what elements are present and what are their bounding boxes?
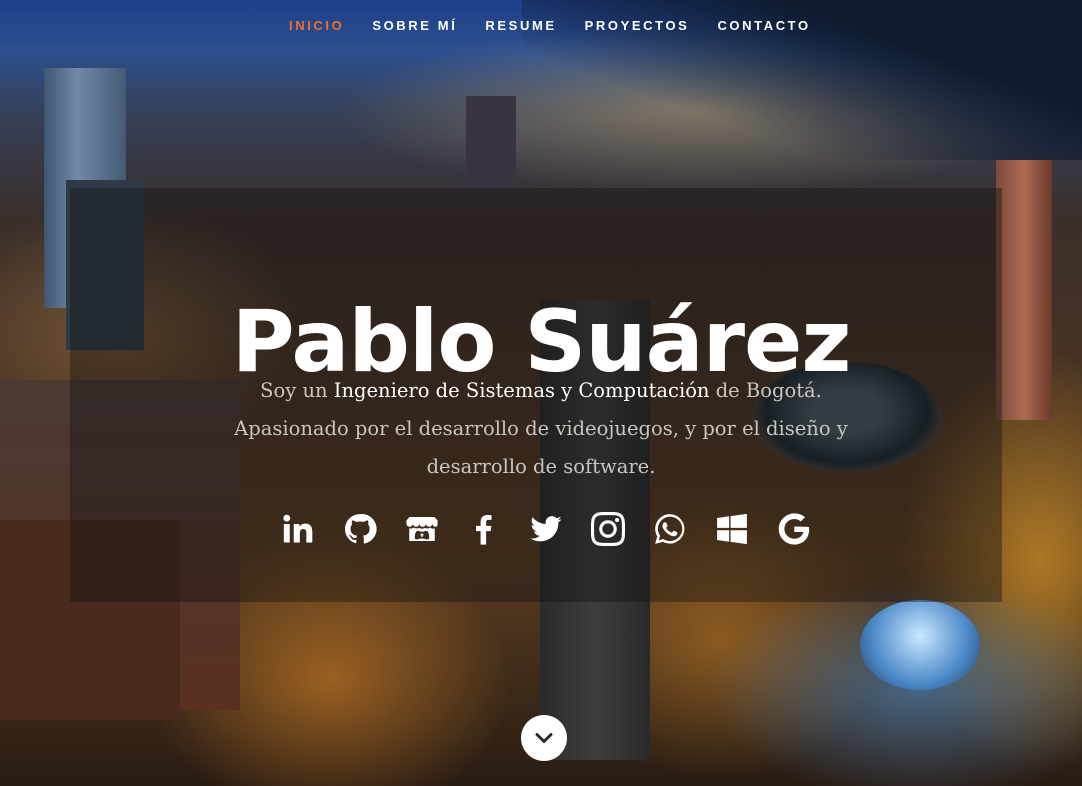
nav-item-resume[interactable]: RESUME bbox=[485, 18, 556, 33]
instagram-icon[interactable] bbox=[590, 510, 625, 548]
linkedin-icon[interactable] bbox=[280, 510, 315, 548]
social-links bbox=[280, 510, 811, 548]
scroll-down-button[interactable] bbox=[521, 715, 567, 761]
nav-item-sobre-mi[interactable]: SOBRE MÍ bbox=[372, 18, 457, 33]
description-text: Soy un bbox=[260, 378, 334, 402]
twitter-icon[interactable] bbox=[528, 510, 563, 548]
google-icon[interactable] bbox=[776, 510, 811, 548]
description-highlight: Ingeniero de Sistemas y Computación bbox=[333, 378, 710, 402]
nav-item-contacto[interactable]: CONTACTO bbox=[717, 18, 810, 33]
nav-item-proyectos[interactable]: PROYECTOS bbox=[585, 18, 690, 33]
chevron-down-icon bbox=[535, 733, 553, 743]
hero-section: INICIO SOBRE MÍ RESUME PROYECTOS CONTACT… bbox=[0, 0, 1082, 786]
background-building bbox=[466, 96, 516, 186]
hero-description: Soy un Ingeniero de Sistemas y Computaci… bbox=[230, 372, 852, 486]
facebook-icon[interactable] bbox=[466, 510, 501, 548]
github-icon[interactable] bbox=[342, 510, 377, 548]
background-dome bbox=[860, 600, 980, 690]
windows-icon[interactable] bbox=[714, 510, 749, 548]
itchio-icon[interactable] bbox=[404, 510, 439, 548]
nav-item-inicio[interactable]: INICIO bbox=[289, 18, 344, 33]
whatsapp-icon[interactable] bbox=[652, 510, 687, 548]
main-nav: INICIO SOBRE MÍ RESUME PROYECTOS CONTACT… bbox=[0, 0, 1082, 52]
